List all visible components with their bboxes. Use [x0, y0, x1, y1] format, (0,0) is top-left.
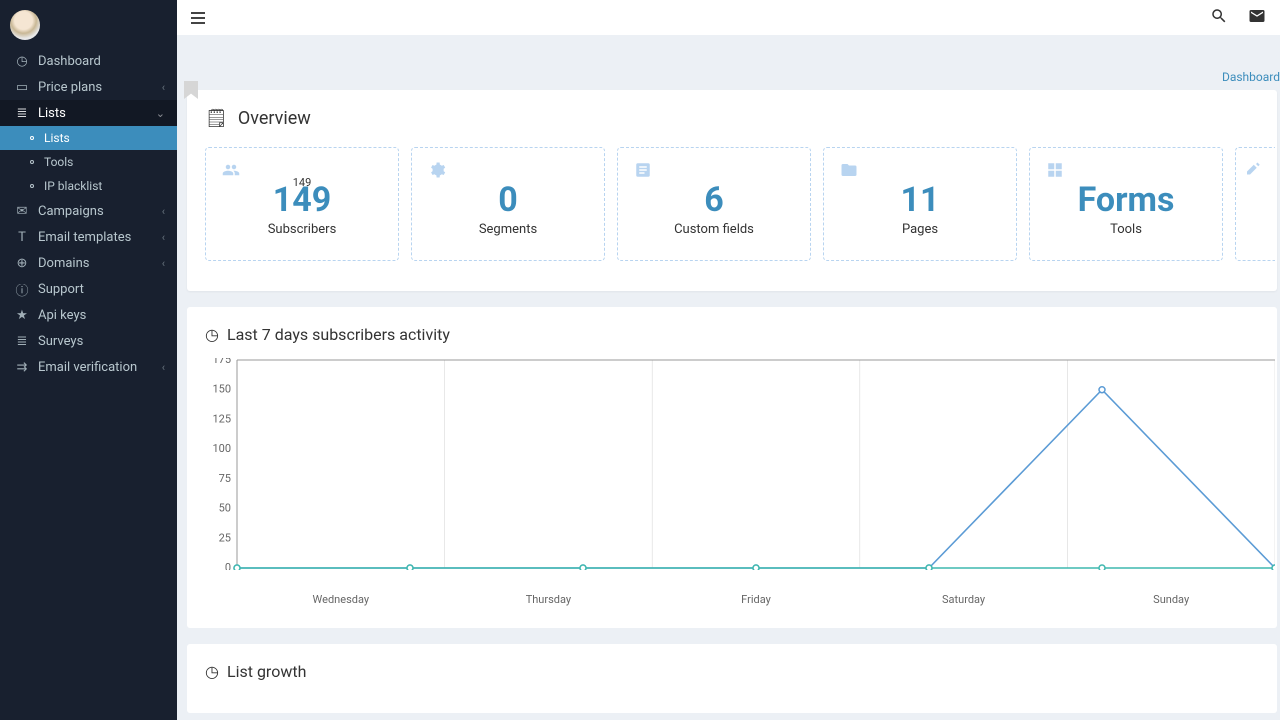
sidebar-subitem-tools[interactable]: Tools — [0, 150, 177, 174]
text-icon: T — [14, 230, 30, 245]
sidebar-item-label: Domains — [38, 256, 89, 271]
sidebar-item-label: Campaigns — [38, 204, 104, 219]
sidebar: ◷ Dashboard ▭ Price plans ‹ ≣ Lists ⌄ Li… — [0, 0, 177, 720]
chart-x-axis: WednesdayThursdayFridaySaturdaySunday — [237, 593, 1275, 606]
sidebar-item-label: Api keys — [38, 308, 86, 323]
globe-icon: ⊕ — [14, 256, 30, 271]
sidebar-item-label: Dashboard — [38, 54, 101, 69]
sidebar-item-email-verification[interactable]: ⇉ Email verification ‹ — [0, 354, 177, 380]
sidebar-item-support[interactable]: ⓘ Support — [0, 276, 177, 302]
sidebar-item-surveys[interactable]: ≣ Surveys — [0, 328, 177, 354]
sidebar-subitem-label: Tools — [44, 155, 73, 169]
sidebar-item-dashboard[interactable]: ◷ Dashboard — [0, 48, 177, 74]
main: Dashboard 🗒 Overview 149 149 Subscribers… — [177, 0, 1280, 720]
card-forms[interactable]: Forms Tools — [1029, 147, 1223, 261]
card-label: Tools — [1110, 222, 1142, 237]
envelope-icon[interactable] — [1248, 7, 1266, 29]
hammer-icon — [1244, 160, 1262, 184]
sidebar-item-price-plans[interactable]: ▭ Price plans ‹ — [0, 74, 177, 100]
dot-icon — [30, 160, 34, 164]
sidebar-subitem-label: IP blacklist — [44, 179, 102, 193]
doc-icon: 🗒 — [205, 108, 228, 129]
svg-text:75: 75 — [219, 472, 231, 485]
dot-icon — [30, 136, 34, 140]
card-label: Segments — [479, 222, 537, 237]
sidebar-item-label: Email verification — [38, 360, 137, 375]
card-value: 6 — [704, 180, 724, 220]
card-subscribers[interactable]: 149 149 Subscribers — [205, 147, 399, 261]
panel-title: ◷ List growth — [205, 662, 1259, 681]
card-icon: ▭ — [14, 80, 30, 95]
dot-icon — [30, 184, 34, 188]
clock-icon: ◷ — [205, 325, 219, 344]
sidebar-item-label: Surveys — [38, 334, 83, 349]
card-value: Forms — [1078, 180, 1175, 220]
sidebar-item-label: Price plans — [38, 80, 102, 95]
folder-icon — [840, 160, 858, 184]
card-label: Custom fields — [674, 222, 754, 237]
sidebar-subitem-ip-blacklist[interactable]: IP blacklist — [0, 174, 177, 198]
search-icon[interactable] — [1210, 7, 1228, 29]
doc-icon — [634, 160, 652, 184]
overview-panel: 🗒 Overview 149 149 Subscribers 0 Segment… — [187, 90, 1277, 291]
card-custom-fields[interactable]: 6 Custom fields — [617, 147, 811, 261]
list-icon: ≣ — [14, 106, 30, 121]
activity-chart: 0 25 50 75 100 125 150 175 — [205, 358, 1277, 588]
envelope-icon: ✉ — [14, 204, 30, 219]
chevron-left-icon: ‹ — [162, 205, 165, 218]
box-icon — [1046, 160, 1064, 184]
svg-text:125: 125 — [212, 412, 231, 425]
svg-text:0: 0 — [225, 561, 231, 570]
chevron-left-icon: ‹ — [162, 257, 165, 270]
panel-title: ◷ Last 7 days subscribers activity — [205, 325, 1277, 344]
sidebar-subitem-label: Lists — [44, 131, 70, 145]
users-icon — [222, 160, 240, 184]
card-label: Pages — [902, 222, 938, 237]
overview-cards: 149 149 Subscribers 0 Segments 6 Custom … — [205, 147, 1277, 261]
sidebar-item-label: Lists — [38, 106, 66, 121]
menu-toggle-icon[interactable] — [191, 12, 205, 24]
card-label: Subscribers — [268, 222, 337, 237]
gear-icon — [428, 160, 446, 184]
sidebar-item-email-templates[interactable]: T Email templates ‹ — [0, 224, 177, 250]
svg-text:150: 150 — [212, 383, 231, 396]
card-segments[interactable]: 0 Segments — [411, 147, 605, 261]
chevron-down-icon: ⌄ — [156, 107, 165, 120]
avatar[interactable] — [10, 10, 40, 40]
card-value: 0 — [498, 180, 518, 220]
chevron-left-icon: ‹ — [162, 361, 165, 374]
chevron-left-icon: ‹ — [162, 231, 165, 244]
breadcrumb[interactable]: Dashboard — [1222, 70, 1280, 84]
clock-icon: ◷ — [14, 54, 30, 69]
svg-text:175: 175 — [212, 358, 231, 366]
sidebar-item-campaigns[interactable]: ✉ Campaigns ‹ — [0, 198, 177, 224]
star-icon: ★ — [14, 308, 30, 323]
panel-title: 🗒 Overview — [205, 108, 1277, 129]
card-pages[interactable]: 11 Pages — [823, 147, 1017, 261]
svg-text:50: 50 — [219, 502, 231, 515]
sidebar-item-label: Support — [38, 282, 84, 297]
sidebar-item-lists[interactable]: ≣ Lists ⌄ — [0, 100, 177, 126]
info-icon: ⓘ — [14, 280, 30, 299]
sidebar-item-domains[interactable]: ⊕ Domains ‹ — [0, 250, 177, 276]
sidebar-item-api-keys[interactable]: ★ Api keys — [0, 302, 177, 328]
card-extra[interactable] — [1235, 147, 1275, 261]
topbar — [177, 0, 1280, 35]
card-badge: 149 — [293, 176, 312, 189]
sidebar-item-label: Email templates — [38, 230, 131, 245]
list-icon: ≣ — [14, 334, 30, 349]
svg-text:25: 25 — [219, 531, 231, 544]
svg-text:100: 100 — [212, 442, 231, 455]
nav: ◷ Dashboard ▭ Price plans ‹ ≣ Lists ⌄ Li… — [0, 48, 177, 380]
clock-icon: ◷ — [205, 662, 219, 681]
chevron-left-icon: ‹ — [162, 81, 165, 94]
growth-panel: ◷ List growth — [187, 644, 1277, 713]
bookmark-icon — [184, 81, 198, 99]
card-value: 11 — [900, 180, 939, 220]
sidebar-subitem-lists[interactable]: Lists — [0, 126, 177, 150]
activity-panel: ◷ Last 7 days subscribers activity 0 25 50… — [187, 307, 1277, 628]
share-icon: ⇉ — [14, 360, 30, 375]
